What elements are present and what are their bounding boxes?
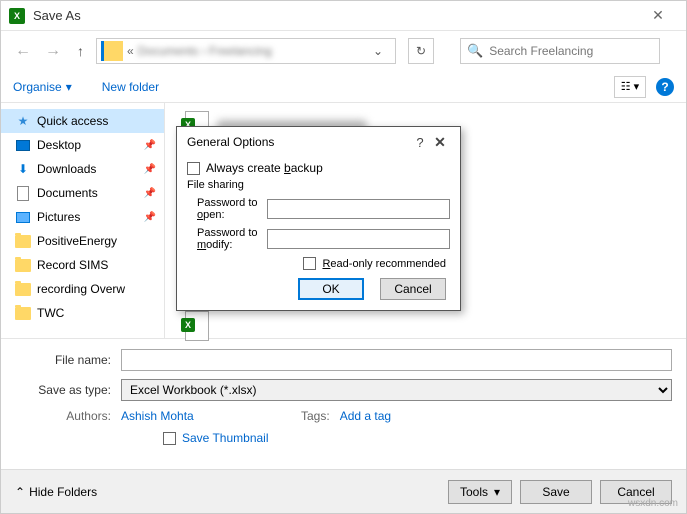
read-only-label: Read-only recommended — [322, 258, 446, 270]
chevron-down-icon: ▾ — [66, 80, 72, 94]
pin-icon: 📌 — [144, 164, 156, 175]
sidebar-item-twc[interactable]: TWC — [1, 301, 164, 325]
excel-file-icon — [185, 311, 209, 341]
folder-icon — [15, 259, 31, 272]
tags-label: Tags: — [301, 409, 330, 423]
sidebar-item-record-sims[interactable]: Record SIMS — [1, 253, 164, 277]
sidebar-item-recording-overw[interactable]: recording Overw — [1, 277, 164, 301]
breadcrumb: Documents › Freelancing — [138, 44, 272, 58]
watermark: wsxdn.com — [628, 498, 678, 509]
new-folder-button[interactable]: New folder — [102, 80, 159, 94]
breadcrumb-sep: « — [127, 44, 134, 58]
pictures-icon — [16, 212, 30, 223]
dialog-ok-button[interactable]: OK — [298, 278, 364, 300]
search-icon: 🔍 — [467, 43, 483, 59]
sidebar-item-desktop[interactable]: Desktop 📌 — [1, 133, 164, 157]
refresh-icon: ↻ — [416, 44, 426, 58]
dialog-cancel-button[interactable]: Cancel — [380, 278, 446, 300]
dialog-title: General Options — [187, 135, 410, 149]
file-sharing-label: File sharing — [187, 179, 450, 191]
pin-icon: 📌 — [144, 140, 156, 151]
search-input[interactable]: 🔍 Search Freelancing — [460, 38, 660, 64]
read-only-checkbox[interactable] — [303, 257, 316, 270]
view-options-button[interactable]: ☷ ▾ — [614, 76, 646, 98]
hide-folders-button[interactable]: ⌃ Hide Folders — [15, 485, 97, 499]
sidebar-item-positiveenergy[interactable]: PositiveEnergy — [1, 229, 164, 253]
address-bar[interactable]: « Documents › Freelancing ⌄ — [96, 38, 396, 64]
documents-icon — [17, 186, 29, 201]
excel-app-icon: X — [9, 8, 25, 24]
back-icon[interactable]: ← — [11, 42, 35, 60]
close-icon[interactable]: ✕ — [638, 7, 678, 24]
refresh-button[interactable]: ↻ — [408, 38, 434, 64]
footer: ⌃ Hide Folders Tools ▾ Save Cancel — [1, 469, 686, 513]
password-open-label: Password to open: — [187, 197, 267, 221]
toolbar: Organise ▾ New folder ☷ ▾ ? — [1, 71, 686, 103]
save-as-type-label: Save as type: — [15, 383, 121, 397]
downloads-icon: ⬇ — [15, 161, 31, 177]
organise-button[interactable]: Organise ▾ — [13, 80, 72, 94]
folder-icon — [101, 41, 123, 61]
address-dropdown-icon[interactable]: ⌄ — [365, 44, 391, 58]
pin-icon: 📌 — [144, 212, 156, 223]
save-as-window: X Save As ✕ ← → ↑ « Documents › Freelanc… — [0, 0, 687, 514]
up-icon[interactable]: ↑ — [71, 43, 90, 59]
quick-access-icon: ★ — [15, 113, 31, 129]
dialog-titlebar: General Options ? ✕ — [177, 127, 460, 157]
desktop-icon — [16, 140, 30, 151]
chevron-down-icon: ▾ — [494, 485, 500, 499]
tools-button[interactable]: Tools ▾ — [448, 480, 512, 504]
folder-icon — [15, 307, 31, 320]
tags-value[interactable]: Add a tag — [340, 409, 391, 423]
save-thumbnail-label: Save Thumbnail — [182, 431, 269, 445]
password-modify-label: Password to modify: — [187, 227, 267, 251]
sidebar: ★ Quick access Desktop 📌 ⬇ Downloads 📌 D… — [1, 103, 165, 338]
password-modify-input[interactable] — [267, 229, 450, 249]
authors-label: Authors: — [15, 409, 121, 423]
sidebar-item-downloads[interactable]: ⬇ Downloads 📌 — [1, 157, 164, 181]
dialog-help-icon[interactable]: ? — [410, 135, 430, 150]
folder-icon — [15, 235, 31, 248]
authors-value[interactable]: Ashish Mohta — [121, 409, 301, 423]
always-backup-label: Always create backup — [206, 161, 323, 175]
password-open-input[interactable] — [267, 199, 450, 219]
chevron-up-icon: ⌃ — [15, 485, 25, 499]
search-placeholder: Search Freelancing — [489, 44, 593, 58]
save-form: File name: Save as type: Excel Workbook … — [1, 339, 686, 455]
window-title: Save As — [33, 8, 638, 23]
dialog-close-icon[interactable]: ✕ — [430, 134, 450, 151]
filename-input[interactable] — [121, 349, 672, 371]
filename-label: File name: — [15, 353, 121, 367]
titlebar: X Save As ✕ — [1, 1, 686, 31]
help-icon[interactable]: ? — [656, 78, 674, 96]
list-item[interactable] — [173, 311, 678, 341]
general-options-dialog: General Options ? ✕ Always create backup… — [176, 126, 461, 311]
forward-icon[interactable]: → — [41, 42, 65, 60]
folder-icon — [15, 283, 31, 296]
save-as-type-select[interactable]: Excel Workbook (*.xlsx) — [121, 379, 672, 401]
save-thumbnail-checkbox[interactable] — [163, 432, 176, 445]
sidebar-item-pictures[interactable]: Pictures 📌 — [1, 205, 164, 229]
sidebar-item-documents[interactable]: Documents 📌 — [1, 181, 164, 205]
sidebar-item-quick-access[interactable]: ★ Quick access — [1, 109, 164, 133]
navbar: ← → ↑ « Documents › Freelancing ⌄ ↻ 🔍 Se… — [1, 31, 686, 71]
always-backup-checkbox[interactable] — [187, 162, 200, 175]
save-button[interactable]: Save — [520, 480, 592, 504]
pin-icon: 📌 — [144, 188, 156, 199]
